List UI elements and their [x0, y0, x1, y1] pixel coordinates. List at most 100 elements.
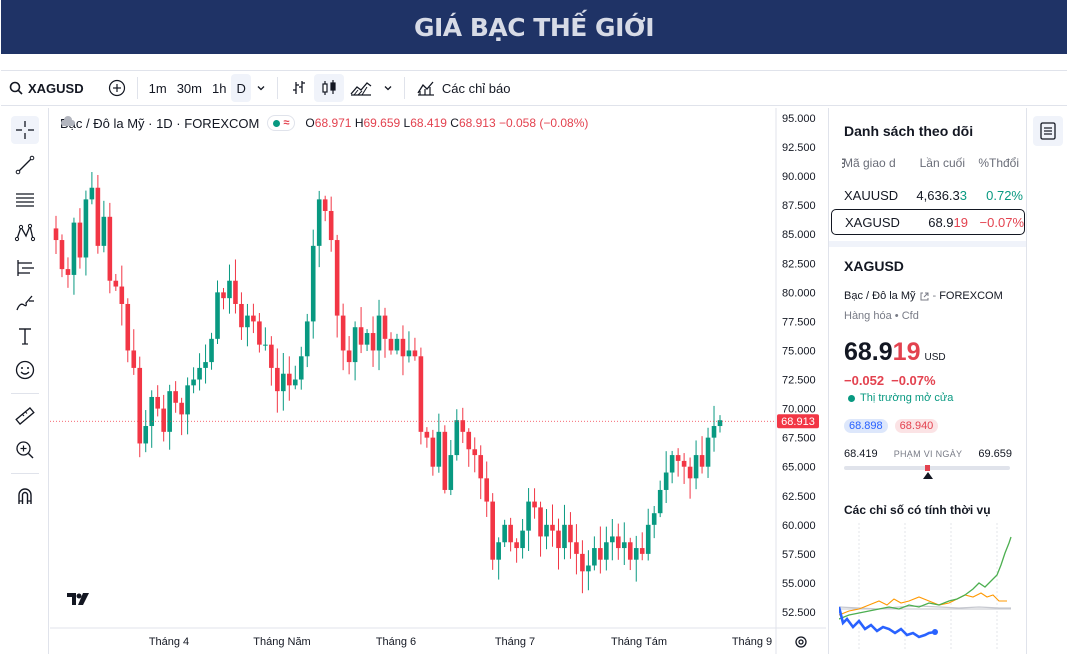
x-tick-label: Tháng Năm [253, 636, 310, 648]
candle-body-up [520, 530, 525, 549]
candle-body-down [286, 373, 292, 386]
header-symbol[interactable]: Mã giao d [843, 156, 905, 170]
header-change[interactable]: %Thđổi [965, 156, 1019, 170]
zoom-in-icon [16, 441, 34, 459]
candle-body-up [197, 367, 202, 380]
indicators-button[interactable]: Các chỉ báo [411, 74, 516, 102]
area-style-button[interactable] [344, 74, 378, 102]
row-change: 0.72% [986, 187, 1023, 203]
market-status-text: Thị trường mở cửa [860, 392, 954, 404]
text-tool[interactable] [11, 322, 39, 350]
candle-body-up [227, 280, 232, 299]
compare-symbol-button[interactable] [103, 74, 131, 102]
candle-body-down [370, 333, 376, 351]
candle-body-up [167, 391, 172, 432]
y-tick-label: 67.500 [782, 433, 816, 445]
y-tick-label: 60.000 [782, 520, 816, 532]
price-currency: USD [924, 352, 946, 363]
candle-body-down [113, 280, 119, 287]
open-value: 68.971 [314, 116, 352, 130]
candle-body-up [693, 455, 699, 479]
chart-legend: Bạc / Đô la Mỹ · 1D · FOREXCOM ≈ O68.971… [60, 115, 588, 131]
candle-body-down [328, 210, 334, 241]
tradingview-logo-icon [67, 593, 89, 605]
details-category: Hàng hóa • Cfd [844, 310, 919, 322]
candle-body-up [657, 489, 663, 514]
watchlist-toggle-button[interactable] [1033, 116, 1063, 146]
row-last: 4,636.33 [903, 188, 967, 203]
candle-body-down [556, 530, 561, 549]
drawing-toolbar [1, 108, 49, 654]
y-tick-label: 75.000 [782, 345, 816, 357]
details-symbol: XAGUSD [844, 258, 904, 274]
row-symbol: XAGUSD [845, 214, 900, 230]
details-change: −0.052 −0.07% [844, 373, 936, 388]
zoom-tool[interactable] [11, 436, 39, 464]
bars-style-icon [292, 81, 305, 94]
day-range-arrow [923, 472, 933, 479]
day-high: 69.659 [978, 448, 1012, 460]
watchlist-row-xauusd[interactable]: XAUUSD 4,636.33 0.72% [831, 182, 1025, 208]
seasonal-chart[interactable] [839, 523, 1017, 651]
candles-style-button[interactable] [313, 74, 344, 102]
change-abs: −0.052 [844, 373, 885, 388]
watchlist-header: ⋮ Mã giao d Lần cuối %Thđổi [837, 156, 1021, 170]
chart-style-dropdown[interactable] [378, 74, 398, 102]
forecast-tool[interactable] [11, 254, 39, 282]
candle-body-up [610, 536, 615, 543]
smiley-icon [15, 360, 35, 380]
market-status: Thị trường mở cửa [848, 392, 953, 404]
candle-body-up [83, 199, 89, 258]
candle-body-up [394, 338, 400, 351]
brush-icon [16, 295, 34, 311]
crosshair-tool[interactable] [11, 116, 39, 144]
row-symbol: XAUUSD [844, 187, 899, 203]
candle-body-up [633, 548, 639, 560]
pattern-tool[interactable] [11, 219, 39, 247]
interval-1m[interactable]: 1m [144, 74, 172, 102]
candle-body-down [179, 402, 184, 415]
candle-body-up [526, 501, 531, 531]
candle-body-down [119, 286, 125, 304]
candle-body-up [502, 524, 507, 543]
tradingview-page: GIÁ BẠC THẾ GIỚI XAGUSD 1m 30m 1h D Các … [0, 0, 1068, 657]
candle-body-down [346, 350, 352, 363]
candle-body-up [436, 431, 442, 467]
candle-body-down [388, 338, 394, 351]
header-last[interactable]: Lần cuối [905, 156, 965, 170]
watchlist-title: Danh sách theo dõi [844, 123, 974, 139]
price-chart[interactable]: 95.000 92.500 90.000 87.500 85.000 82.500 80.0… [50, 108, 826, 654]
interval-d[interactable]: D [231, 74, 251, 102]
candle-body-down [568, 524, 573, 543]
y-tick-label: 62.500 [782, 491, 816, 503]
candle-body-down [173, 391, 178, 403]
candle-body-down [334, 240, 340, 316]
bar-chart-style-button[interactable] [284, 74, 314, 102]
candle-body-up [669, 455, 675, 473]
watchlist-row-xagusd[interactable]: XAGUSD 68.919 −0.07% [831, 209, 1025, 235]
tradingview-logo[interactable] [66, 592, 92, 610]
interval-1h[interactable]: 1h [207, 74, 231, 102]
market-open-dot [848, 394, 855, 402]
trend-line-tool[interactable] [11, 151, 39, 179]
market-open-dot [273, 119, 281, 127]
panel-divider [829, 241, 1027, 247]
candle-body-down [137, 367, 143, 444]
toolbar-divider [136, 77, 138, 99]
candle-body-down [514, 542, 519, 549]
emoji-tool[interactable] [11, 356, 39, 384]
measure-tool[interactable] [11, 402, 39, 430]
text-icon [19, 328, 31, 345]
market-status-pill[interactable]: ≈ [267, 115, 296, 131]
magnet-tool[interactable] [11, 482, 39, 510]
interval-30m[interactable]: 30m [172, 74, 207, 102]
symbol-search-button[interactable]: XAGUSD [1, 74, 89, 102]
brush-tool[interactable] [11, 289, 39, 317]
interval-dropdown[interactable] [251, 74, 271, 102]
candle-body-up [215, 292, 220, 339]
y-tick-label: 87.500 [782, 200, 816, 212]
y-tick-label: 70.000 [782, 404, 816, 416]
external-link-icon[interactable] [919, 291, 930, 302]
fib-tool[interactable] [11, 186, 39, 214]
day-low: 68.419 [844, 448, 878, 460]
